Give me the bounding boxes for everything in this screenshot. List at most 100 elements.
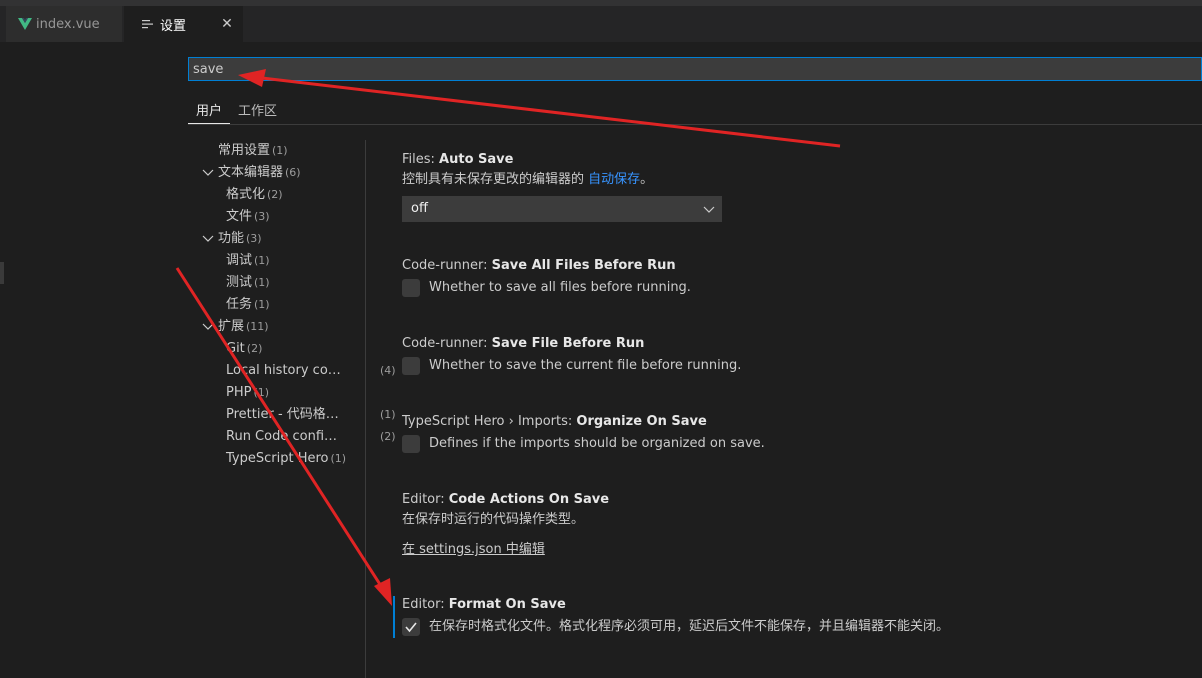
focused-setting-indicator xyxy=(393,596,395,638)
vue-icon xyxy=(18,18,32,30)
toc-label: TypeScript Hero xyxy=(226,451,329,466)
auto-save-link[interactable]: 自动保存 xyxy=(588,172,640,187)
setting-category: Editor: xyxy=(402,597,449,612)
setting-category: Editor: xyxy=(402,492,449,507)
toc-label: Local history confi... xyxy=(226,363,344,378)
save-file-checkbox[interactable] xyxy=(402,357,420,375)
chevron-down-icon xyxy=(703,206,715,213)
setting-category: Code-runner: xyxy=(402,336,492,351)
tab-settings[interactable]: 设置 ✕ xyxy=(124,6,243,42)
toc-item-features[interactable]: 功能 (3) xyxy=(218,228,262,250)
toc-count: (1) xyxy=(254,276,270,289)
toc-item-common[interactable]: 常用设置 (1) xyxy=(218,140,288,162)
setting-files-auto-save: Files: Auto Save 控制具有未保存更改的编辑器的 自动保存。 of… xyxy=(402,150,1182,222)
toc-count: (6) xyxy=(285,166,301,179)
tab-workspace-settings[interactable]: 工作区 xyxy=(238,100,277,123)
toc-label: 任务 xyxy=(226,297,253,312)
toc-item-php[interactable]: PHP (1) xyxy=(226,382,269,404)
setting-title: Editor: Format On Save xyxy=(402,595,1182,615)
tab-label: 设置 xyxy=(160,18,187,34)
setting-name: Format On Save xyxy=(448,597,566,612)
toc-item-prettier[interactable]: Prettier - 代码格式... (1) xyxy=(226,404,396,426)
toc-count: (3) xyxy=(246,232,262,245)
toc-item-typescript-hero[interactable]: TypeScript Hero (1) xyxy=(226,448,346,470)
tab-user-settings[interactable]: 用户 xyxy=(196,100,222,123)
toc-count: (11) xyxy=(246,320,269,333)
toc-item-tasks[interactable]: 任务 (1) xyxy=(226,294,270,316)
setting-name: Organize On Save xyxy=(576,414,707,429)
save-all-checkbox[interactable] xyxy=(402,279,420,297)
setting-desc-end: 。 xyxy=(640,172,654,187)
setting-save-file: Code-runner: Save File Before Run Whethe… xyxy=(402,334,1182,376)
toc-count: (2) xyxy=(246,342,263,355)
setting-description: 在保存时运行的代码操作类型。 xyxy=(402,512,585,527)
setting-organize-on-save: TypeScript Hero › Imports: Organize On S… xyxy=(402,412,1182,454)
setting-description: Whether to save all files before running… xyxy=(429,280,691,295)
toc-item-text-editor[interactable]: 文本编辑器 (6) xyxy=(218,162,301,184)
chevron-down-icon[interactable] xyxy=(202,316,214,338)
toc-divider xyxy=(365,140,366,678)
tab-label: index.vue xyxy=(36,16,100,32)
toc-label: 文本编辑器 xyxy=(218,165,284,180)
toc-label: 文件 xyxy=(226,209,253,224)
toc-count: (2) xyxy=(380,430,396,443)
setting-category: TypeScript Hero › Imports: xyxy=(402,414,577,429)
toc-count: (1) xyxy=(253,386,270,399)
setting-description: 控制具有未保存更改的编辑器的 自动保存。 xyxy=(402,170,1182,190)
toc-item-files[interactable]: 文件 (3) xyxy=(226,206,270,228)
toc-label: Prettier - 代码格式... xyxy=(226,407,344,422)
toc-item-extensions[interactable]: 扩展 (11) xyxy=(218,316,269,338)
setting-name: Save All Files Before Run xyxy=(491,258,676,273)
toc-count: (1) xyxy=(254,254,270,267)
toc-label: Run Code configur... xyxy=(226,429,344,444)
toc-count: (1) xyxy=(272,144,288,157)
toc-label: 调试 xyxy=(226,253,253,268)
setting-name: Code Actions On Save xyxy=(448,492,610,507)
toc-item-run-code[interactable]: Run Code configur... (2) xyxy=(226,426,396,448)
arrow-head-icon xyxy=(374,578,392,606)
settings-icon xyxy=(142,20,153,29)
format-on-save-checkbox[interactable] xyxy=(402,618,420,636)
toc-label: 格式化 xyxy=(226,187,266,202)
setting-save-all-files: Code-runner: Save All Files Before Run W… xyxy=(402,256,1182,298)
toc-label: Git xyxy=(226,341,245,356)
settings-scope-tabs: 用户 工作区 xyxy=(188,94,1202,125)
setting-description: Defines if the imports should be organiz… xyxy=(429,436,765,451)
toc-count: (1) xyxy=(330,452,347,465)
active-tab-underline xyxy=(188,123,230,124)
chevron-down-icon[interactable] xyxy=(202,162,214,184)
toc-count: (3) xyxy=(254,210,270,223)
setting-title: Editor: Code Actions On Save xyxy=(402,490,1182,510)
tab-user-label: 用户 xyxy=(196,104,223,119)
toc-item-formatting[interactable]: 格式化 (2) xyxy=(226,184,283,206)
sash-indicator xyxy=(0,262,4,284)
toc-item-local-history[interactable]: Local history confi... (4) xyxy=(226,360,396,382)
toc-item-debug[interactable]: 调试 (1) xyxy=(226,250,270,272)
setting-code-actions: Editor: Code Actions On Save 在保存时运行的代码操作… xyxy=(402,490,1182,560)
edit-in-settings-json-link[interactable]: 在 settings.json 中编辑 xyxy=(402,540,1182,560)
toc-count: (4) xyxy=(380,364,396,377)
setting-title: Code-runner: Save All Files Before Run xyxy=(402,256,1182,276)
chevron-down-icon[interactable] xyxy=(202,228,214,250)
tab-index-vue[interactable]: index.vue xyxy=(6,6,122,42)
toc-label: 测试 xyxy=(226,275,253,290)
settings-search-input[interactable] xyxy=(189,58,1201,80)
setting-name: Save File Before Run xyxy=(491,336,645,351)
close-icon[interactable]: ✕ xyxy=(219,16,235,32)
toc-label: 扩展 xyxy=(218,319,245,334)
toc-label: 常用设置 xyxy=(218,143,271,158)
toc-item-git[interactable]: Git (2) xyxy=(226,338,262,360)
toc-label: 功能 xyxy=(218,231,245,246)
toc-count: (1) xyxy=(254,298,270,311)
settings-search-box[interactable] xyxy=(188,57,1202,81)
organize-checkbox[interactable] xyxy=(402,435,420,453)
toc-item-testing[interactable]: 测试 (1) xyxy=(226,272,270,294)
auto-save-select[interactable]: off xyxy=(402,196,722,222)
setting-title: Files: Auto Save xyxy=(402,150,1182,170)
editor-tab-bar: index.vue 设置 ✕ xyxy=(0,6,1202,42)
setting-category: Code-runner: xyxy=(402,258,492,273)
setting-description: 在保存时格式化文件。格式化程序必须可用，延迟后文件不能保存，并且编辑器不能关闭。 xyxy=(429,619,950,634)
auto-save-value: off xyxy=(411,201,428,216)
setting-description: Whether to save the current file before … xyxy=(429,358,742,373)
toc-label: PHP xyxy=(226,385,252,400)
